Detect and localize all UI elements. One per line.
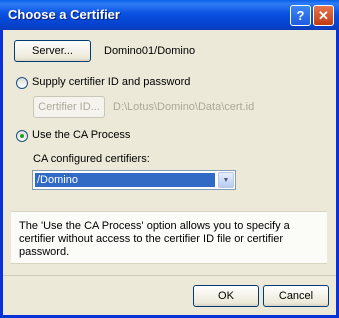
certifier-id-button-label: Certifier ID...	[38, 101, 100, 113]
cancel-button-label: Cancel	[278, 290, 314, 302]
ca-certifiers-dropdown[interactable]: /Domino ▼	[32, 170, 236, 190]
info-text: The 'Use the CA Process' option allows y…	[19, 220, 290, 258]
certifier-id-path: D:\Lotus\Domino\Data\cert.id	[113, 101, 255, 113]
dropdown-arrow-icon[interactable]: ▼	[218, 172, 234, 188]
close-icon: ✕	[318, 7, 329, 23]
server-value: Domino01/Domino	[104, 45, 196, 57]
ca-certifiers-label: CA configured certifiers:	[33, 153, 150, 165]
use-ca-process-label[interactable]: Use the CA Process	[32, 129, 130, 141]
dialog-title: Choose a Certifier	[8, 7, 120, 22]
cancel-button[interactable]: Cancel	[263, 285, 329, 307]
certifier-id-button[interactable]: Certifier ID...	[33, 96, 105, 118]
ok-button[interactable]: OK	[193, 285, 259, 307]
info-panel: The 'Use the CA Process' option allows y…	[11, 211, 327, 264]
radio-selected-dot	[20, 134, 24, 138]
dialog-body: Server... Domino01/Domino Supply certifi…	[3, 30, 336, 315]
ca-certifiers-selected-value: /Domino	[35, 173, 215, 187]
use-ca-process-radio[interactable]	[16, 130, 28, 142]
supply-certifier-radio[interactable]	[16, 77, 28, 89]
close-button[interactable]: ✕	[313, 5, 334, 26]
dialog-window: Choose a Certifier ? ✕ Server... Domino0…	[0, 0, 339, 318]
help-icon: ?	[296, 8, 305, 23]
footer-divider	[3, 275, 336, 276]
server-button[interactable]: Server...	[14, 40, 91, 62]
title-bar[interactable]: Choose a Certifier ? ✕	[0, 0, 339, 30]
supply-certifier-label[interactable]: Supply certifier ID and password	[32, 76, 190, 88]
help-button[interactable]: ?	[290, 5, 311, 26]
ok-button-label: OK	[218, 290, 234, 302]
server-button-label: Server...	[32, 45, 73, 57]
